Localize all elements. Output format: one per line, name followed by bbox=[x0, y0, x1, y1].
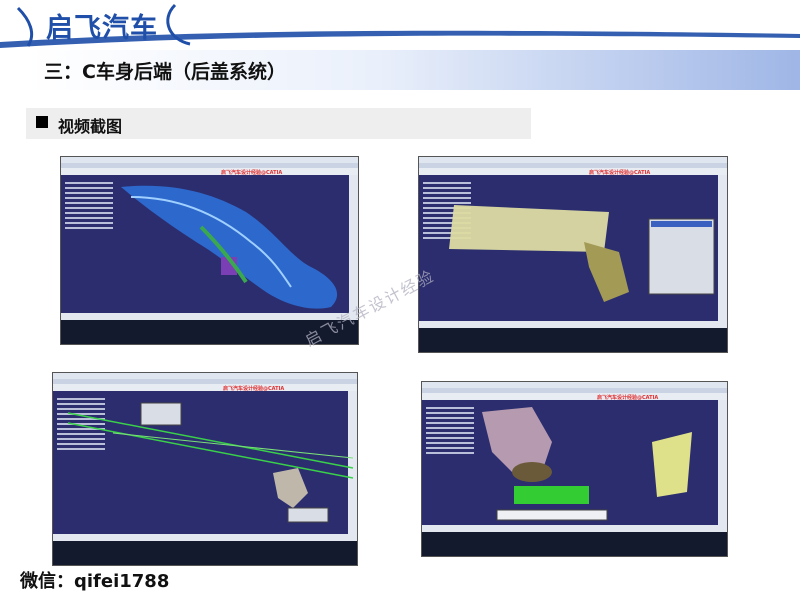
section-title: 三：C车身后端（后盖系统） bbox=[44, 61, 286, 83]
contact-footer: 微信：qifei1788 bbox=[20, 571, 170, 592]
cad-part-shape bbox=[67, 402, 354, 523]
cad-part-shape bbox=[121, 185, 338, 309]
video-screenshot-3: 启飞汽车设计经验@CATIA bbox=[52, 372, 358, 566]
video-screenshot-2: 启飞汽车设计经验@CATIA bbox=[418, 156, 728, 353]
cad-part-shape bbox=[449, 205, 715, 302]
subsection-title: 视频截图 bbox=[58, 117, 123, 136]
video-screenshot-4: 启飞汽车设计经验@CATIA bbox=[421, 381, 728, 557]
brand-title: 启飞汽车 bbox=[46, 13, 158, 44]
video-screenshot-1: 启飞汽车设计经验@CATIA bbox=[60, 156, 359, 345]
cad-part-shape bbox=[482, 407, 692, 521]
square-bullet-icon bbox=[36, 116, 48, 128]
